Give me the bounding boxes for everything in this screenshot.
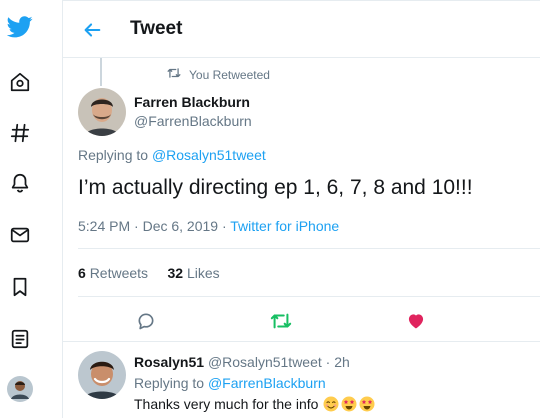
reply-replying-prefix: Replying to xyxy=(134,375,205,391)
author-handle[interactable]: @FarrenBlackburn xyxy=(134,113,252,129)
lists-icon[interactable] xyxy=(0,324,40,354)
reply-replying-to: Replying to @FarrenBlackburn xyxy=(134,375,326,391)
tweet-header: Tweet xyxy=(63,1,540,58)
likes-count: 32 xyxy=(167,265,184,281)
bookmark-icon[interactable] xyxy=(0,272,40,302)
tweet-meta: 5:24 PM · Dec 6, 2019 · Twitter for iPho… xyxy=(78,218,339,234)
tweet-source-link[interactable]: Twitter for iPhone xyxy=(230,218,339,234)
retweeted-label: You Retweeted xyxy=(189,68,270,82)
home-icon[interactable] xyxy=(0,67,40,97)
twitter-logo-icon[interactable] xyxy=(0,12,40,42)
tweet-text: I’m actually directing ep 1, 6, 7, 8 and… xyxy=(78,176,473,199)
tweet-timestamp[interactable]: 5:24 PM · Dec 6, 2019 · xyxy=(78,218,230,234)
retweet-small-icon xyxy=(167,66,181,84)
notifications-bell-icon[interactable] xyxy=(0,168,40,198)
reply-replying-mention-link[interactable]: @FarrenBlackburn xyxy=(208,375,326,391)
replying-prefix: Replying to xyxy=(78,147,149,163)
reply-text: Thanks very much for the info xyxy=(134,396,319,412)
author-name[interactable]: Farren Blackburn xyxy=(134,94,250,110)
back-arrow-icon[interactable] xyxy=(81,19,103,41)
likes-stat[interactable]: 32 Likes xyxy=(168,265,220,281)
retweets-count: 6 xyxy=(78,265,86,281)
reply-author-line: Rosalyn51 @Rosalyn51tweet · 2h xyxy=(134,354,350,370)
reply-icon[interactable] xyxy=(134,309,158,333)
divider xyxy=(78,296,540,297)
page-title: Tweet xyxy=(130,18,183,39)
messages-mail-icon[interactable] xyxy=(0,220,40,250)
smiling-face-icon xyxy=(323,396,339,412)
star-struck-icon xyxy=(359,396,375,412)
thread-connector-line xyxy=(100,58,102,86)
profile-avatar-icon[interactable] xyxy=(0,374,40,404)
replying-to: Replying to @Rosalyn51tweet xyxy=(78,147,266,163)
explore-hashtag-icon[interactable] xyxy=(0,118,40,148)
replying-to-mention-link[interactable]: @Rosalyn51tweet xyxy=(152,147,266,163)
tweet-detail-column: Tweet You Retweeted Farren Blackburn @Fa… xyxy=(62,0,540,418)
reply-author-name[interactable]: Rosalyn51 xyxy=(134,354,204,370)
likes-label: Likes xyxy=(186,265,220,281)
divider xyxy=(78,248,540,249)
reply-author-avatar[interactable] xyxy=(78,351,126,399)
reply-handle-time[interactable]: @Rosalyn51tweet · 2h xyxy=(208,354,350,370)
retweeted-indicator: You Retweeted xyxy=(167,67,270,83)
tweet-stats: 6 Retweets 32 Likes xyxy=(78,265,220,281)
author-avatar[interactable] xyxy=(78,88,126,136)
retweet-icon[interactable] xyxy=(269,309,293,333)
reply-text-row: Thanks very much for the info xyxy=(134,396,375,412)
star-struck-icon xyxy=(341,396,357,412)
like-heart-icon[interactable] xyxy=(404,309,428,333)
sidebar-nav xyxy=(0,0,62,418)
retweets-stat[interactable]: 6 Retweets xyxy=(78,265,148,281)
reply-separator xyxy=(63,341,540,342)
retweets-label: Retweets xyxy=(89,265,149,281)
